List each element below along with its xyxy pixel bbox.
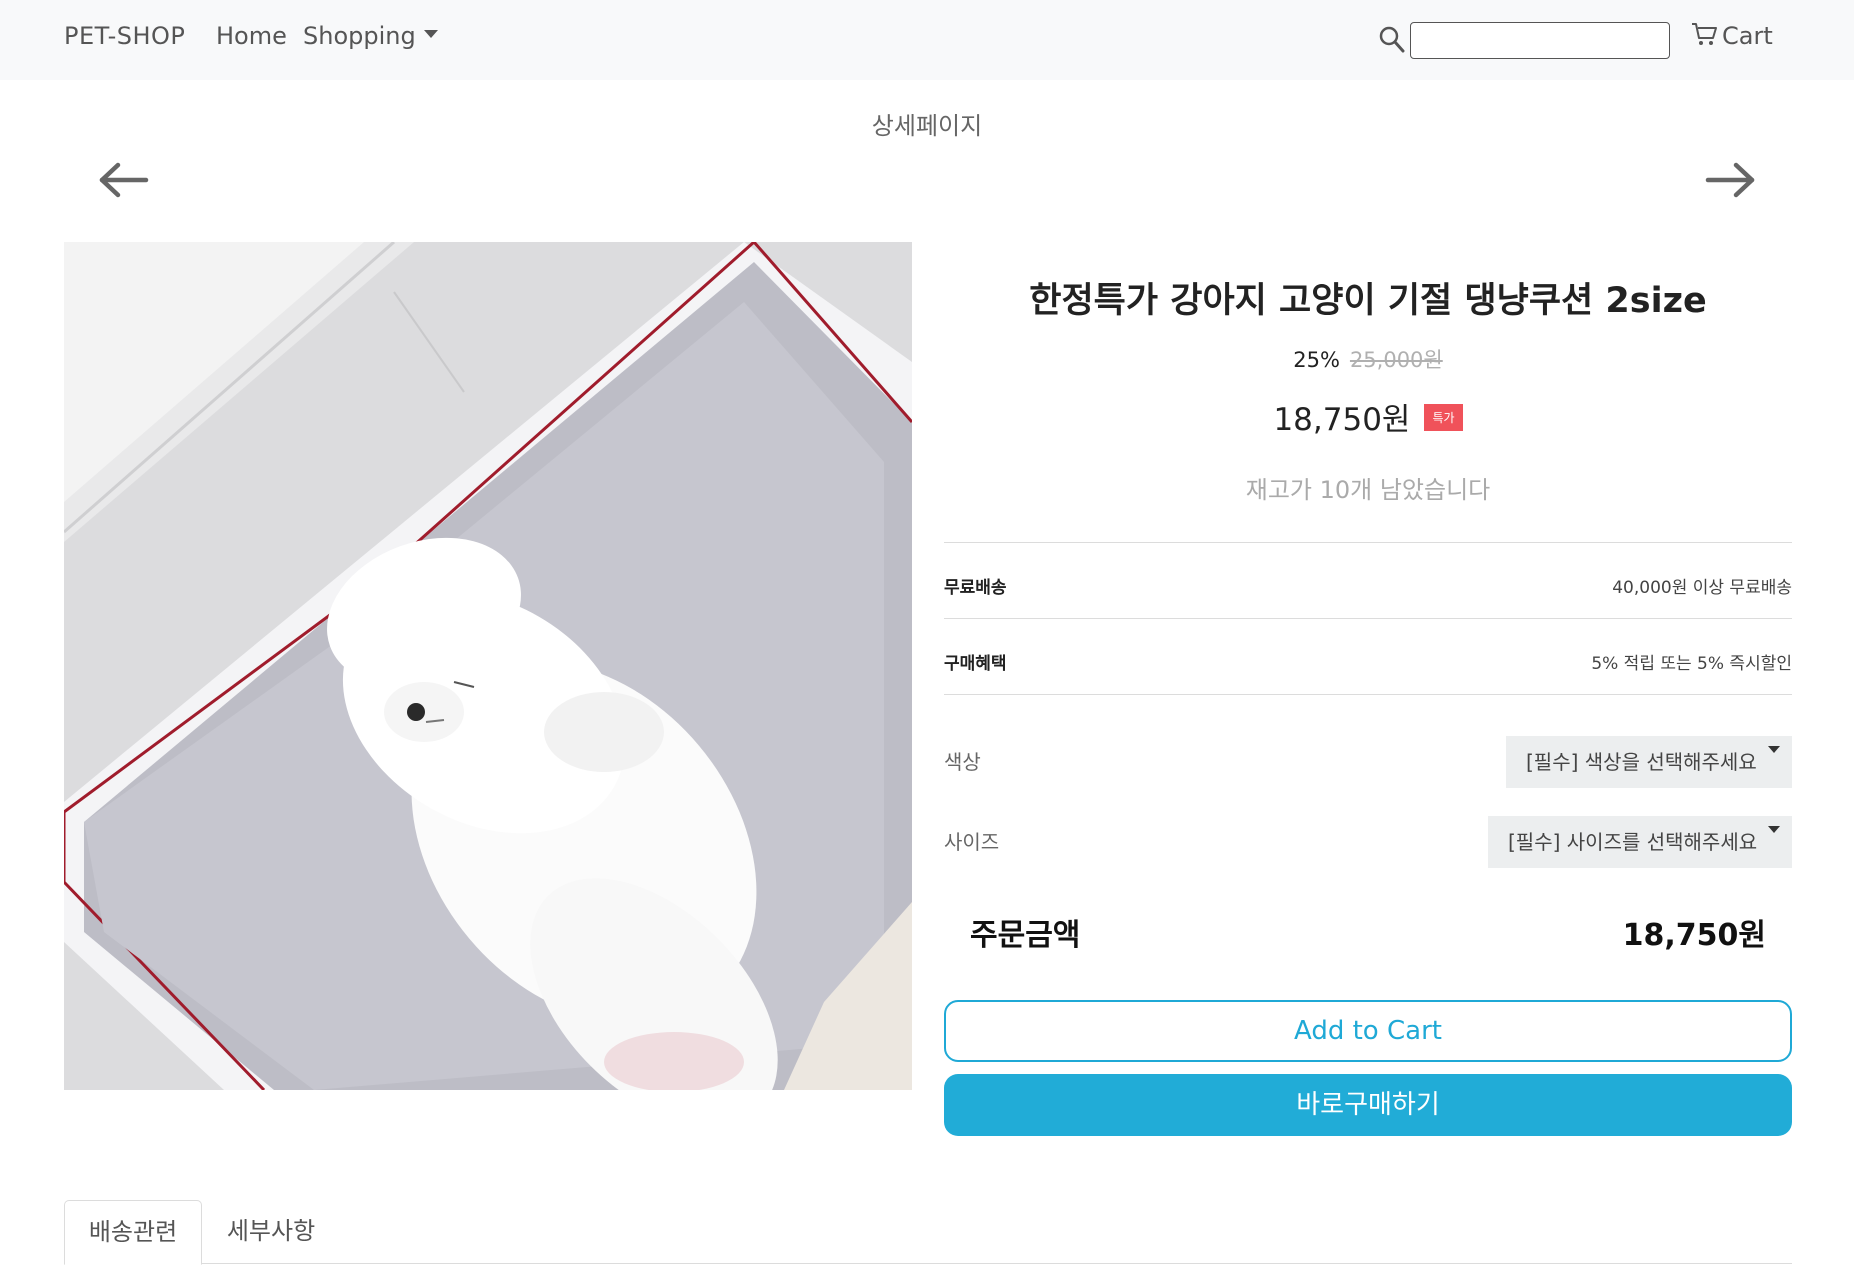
- buy-now-button[interactable]: 바로구매하기: [944, 1074, 1792, 1136]
- color-select-value: [필수] 색상을 선택해주세요: [1526, 750, 1757, 774]
- chevron-down-icon: [1768, 826, 1780, 833]
- order-total-label: 주문금액: [970, 918, 1081, 953]
- size-select[interactable]: [필수] 사이즈를 선택해주세요: [1488, 816, 1792, 868]
- search-input[interactable]: [1410, 22, 1670, 59]
- cart-icon: [1692, 23, 1717, 45]
- color-option-label: 색상: [944, 750, 981, 774]
- product-title: 한정특가 강아지 고양이 기절 댕냥쿠션 2size: [1029, 281, 1707, 321]
- sale-price: 18,750원: [1273, 402, 1411, 438]
- nav-home[interactable]: Home: [216, 22, 287, 50]
- cart-link[interactable]: Cart: [1690, 22, 1773, 51]
- benefit-label: 구매혜택: [944, 654, 1007, 674]
- size-select-value: [필수] 사이즈를 선택해주세요: [1508, 830, 1758, 854]
- chevron-down-icon: [1768, 746, 1780, 753]
- order-total-value: 18,750원: [1622, 918, 1766, 953]
- detail-tabs: 배송관련 세부사항: [64, 1200, 1792, 1265]
- brand-logo[interactable]: PET-SHOP: [64, 22, 185, 50]
- arrow-left-icon[interactable]: [98, 160, 150, 200]
- color-select[interactable]: [필수] 색상을 선택해주세요: [1506, 736, 1792, 788]
- page-title: 상세페이지: [871, 112, 983, 140]
- original-price: 25,000원: [1349, 348, 1443, 372]
- tab-detail[interactable]: 세부사항: [202, 1200, 340, 1264]
- shipping-label: 무료배송: [944, 578, 1007, 598]
- search-icon[interactable]: [1378, 24, 1408, 56]
- tab-shipping[interactable]: 배송관련: [64, 1200, 202, 1265]
- stock-notice: 재고가 10개 남았습니다: [1245, 476, 1491, 504]
- nav-shopping-dropdown[interactable]: Shopping: [303, 22, 438, 50]
- product-image: [64, 242, 912, 1090]
- price-discount-row: 25% 25,000원: [944, 344, 1792, 374]
- shipping-value: 40,000원 이상 무료배송: [1612, 578, 1792, 598]
- nav-shopping-label: Shopping: [303, 22, 416, 50]
- cart-label: Cart: [1722, 22, 1773, 50]
- benefit-value: 5% 적립 또는 5% 즉시할인: [1591, 654, 1792, 674]
- discount-rate: 25%: [1293, 348, 1340, 372]
- divider: [944, 694, 1792, 695]
- sale-price-row: 18,750원 특가: [944, 394, 1792, 439]
- benefit-info-row: 구매혜택 5% 적립 또는 5% 즉시할인: [944, 618, 1792, 694]
- size-option-label: 사이즈: [944, 830, 1000, 854]
- special-badge: 특가: [1424, 404, 1463, 431]
- chevron-down-icon: [423, 30, 438, 38]
- shipping-info-row: 무료배송 40,000원 이상 무료배송: [944, 542, 1792, 618]
- arrow-right-icon[interactable]: [1704, 160, 1756, 200]
- add-to-cart-button[interactable]: Add to Cart: [944, 1000, 1792, 1062]
- navbar: PET-SHOP Home Shopping Cart: [0, 0, 1854, 80]
